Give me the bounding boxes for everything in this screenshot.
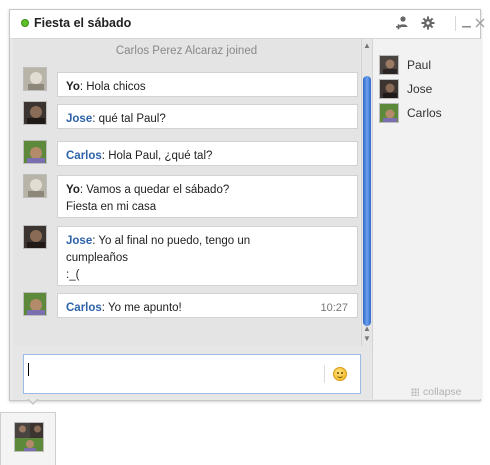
message-text: qué tal Paul? — [98, 113, 166, 125]
message-text: Vamos a quedar el sábado? — [86, 184, 230, 196]
message-text: Yo me apunto! — [107, 302, 182, 314]
message-author: Carlos — [66, 150, 102, 162]
message-bubble: Jose: qué tal Paul? — [57, 104, 358, 129]
avatar-jose — [379, 79, 399, 99]
input-divider — [324, 365, 325, 383]
collapse-button[interactable]: collapse — [411, 386, 462, 398]
message-author: Jose — [66, 235, 93, 247]
chat-tab[interactable] — [0, 412, 56, 465]
avatar-jose — [23, 225, 47, 249]
online-status-icon — [21, 19, 29, 27]
message-author: Carlos — [66, 302, 102, 314]
add-person-icon[interactable] — [395, 15, 411, 31]
chat-scrollbar[interactable]: ▲ ▲ ▼ — [361, 39, 372, 346]
message-text: Hola chicos — [86, 81, 146, 93]
system-message: Carlos Perez Alcaraz joined — [115, 45, 258, 57]
avatar-paul — [379, 55, 399, 75]
message-bubble: Carlos: Hola Paul, ¿qué tal? — [57, 141, 358, 166]
message-bubble: Carlos: Yo me apunto! 10:27 — [57, 293, 358, 318]
chat-title: Fiesta el sábado — [34, 16, 132, 30]
message-text: :_( — [66, 269, 80, 281]
message-text: Fiesta en mi casa — [66, 201, 157, 213]
participants-panel: Paul Jose Carlos collapse — [372, 39, 481, 399]
participant-name: Carlos — [407, 106, 442, 120]
message-author: Jose — [66, 113, 93, 125]
chat-window: Fiesta el sábado Carlos Perez Alcaraz jo… — [9, 9, 485, 401]
message-timestamp: 10:27 — [320, 302, 348, 314]
window-pointer — [27, 398, 39, 405]
header-divider — [455, 16, 456, 31]
avatar-carlos — [23, 140, 47, 164]
message-author: Yo — [66, 81, 80, 93]
composer — [13, 346, 371, 399]
text-caret — [28, 363, 29, 376]
scroll-down-arrow-icon[interactable]: ▼ — [363, 335, 371, 343]
grip-icon — [411, 388, 419, 396]
message-bubble: Jose: Yo al final no puedo, tengo un cum… — [57, 226, 358, 286]
message-bubble: Yo: Vamos a quedar el sábado? Fiesta en … — [57, 175, 358, 218]
participant-name: Jose — [407, 82, 433, 96]
participant-name: Paul — [407, 58, 432, 72]
message-bubble: Yo: Hola chicos — [57, 72, 358, 97]
gear-icon[interactable] — [420, 15, 436, 31]
scroll-up-arrow-icon[interactable]: ▲ — [363, 42, 371, 50]
message-input[interactable] — [23, 354, 361, 394]
scroll-up-arrow-icon[interactable]: ▲ — [363, 325, 371, 333]
avatar-yo — [23, 67, 47, 91]
message-text: Yo al final no puedo, tengo un — [98, 235, 251, 247]
close-icon[interactable] — [474, 15, 490, 31]
avatar-carlos — [379, 103, 399, 123]
scrollbar-thumb[interactable] — [363, 76, 371, 326]
chat-header: Fiesta el sábado — [10, 10, 485, 39]
smiley-icon[interactable] — [333, 367, 347, 381]
avatar-carlos — [23, 292, 47, 316]
avatar-group — [14, 422, 44, 452]
message-text: cumpleaños — [66, 252, 129, 264]
message-text: Hola Paul, ¿qué tal? — [108, 150, 213, 162]
message-author: Yo — [66, 184, 80, 196]
avatar-yo — [23, 174, 47, 198]
avatar-jose — [23, 101, 47, 125]
minimize-icon[interactable] — [459, 15, 475, 31]
collapse-label: collapse — [423, 386, 462, 398]
message-list[interactable]: Carlos Perez Alcaraz joined Yo: Hola chi… — [13, 39, 360, 346]
